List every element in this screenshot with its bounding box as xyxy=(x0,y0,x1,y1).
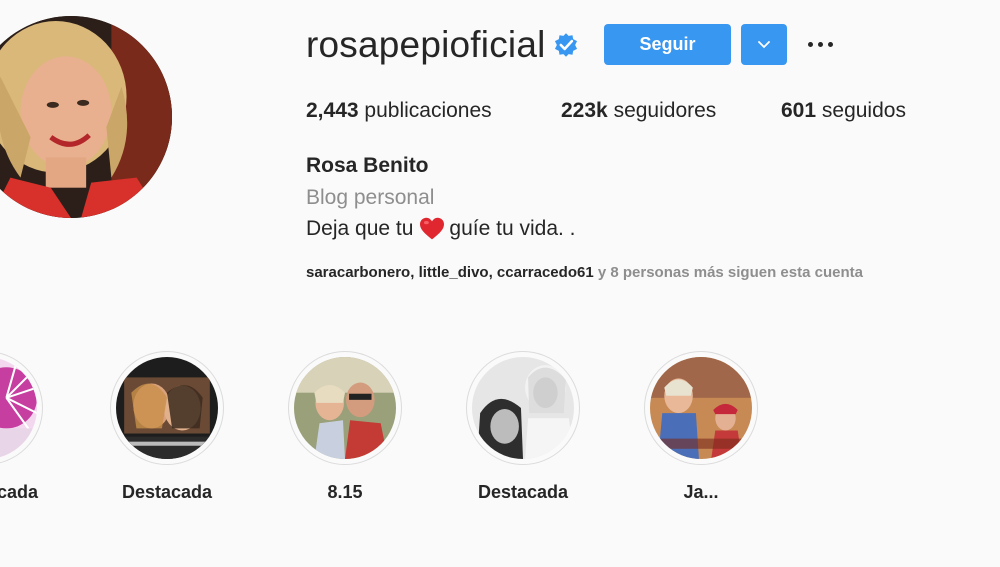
story-highlight[interactable]: Destacada xyxy=(465,351,581,502)
chevron-down-icon xyxy=(758,40,770,48)
followers-count: 223k xyxy=(561,99,608,122)
more-dot xyxy=(827,41,833,47)
more-options-icon xyxy=(807,41,813,47)
highlight-label: Destacada xyxy=(477,482,569,502)
highlight-label: Ja... xyxy=(683,482,719,502)
highlight-thumbnail xyxy=(472,357,574,459)
following-count: 601 xyxy=(781,99,817,122)
suggestions-dropdown-button[interactable] xyxy=(741,24,787,65)
verified-badge-icon xyxy=(554,33,578,57)
story-highlight[interactable]: ...cada xyxy=(0,351,44,502)
highlight-thumbnail xyxy=(294,357,396,459)
posts-count: 2,443 xyxy=(306,99,359,122)
profile-username: rosapepioficial xyxy=(306,24,546,65)
following-label: seguidos xyxy=(821,99,906,122)
profile-page: rosapepioficial Seguir 2,443 publicacion… xyxy=(0,0,1000,567)
highlight-label: ...cada xyxy=(0,482,38,502)
highlight-ring xyxy=(288,351,402,465)
highlight-thumbnail xyxy=(0,357,37,459)
followed-by-rest[interactable]: y 8 personas más siguen esta cuenta xyxy=(598,264,863,281)
posts-label: publicaciones xyxy=(364,99,492,122)
profile-category: Blog personal xyxy=(306,186,435,209)
highlight-image xyxy=(294,357,396,459)
profile-bio: Deja que tu guíe tu vida. . xyxy=(306,217,576,241)
separator: , xyxy=(488,264,497,281)
followers-stat[interactable]: 223k seguidores xyxy=(561,98,716,124)
highlight-thumbnail xyxy=(650,357,752,459)
profile-avatar[interactable] xyxy=(0,16,172,218)
followed-by-user[interactable]: saracarbonero xyxy=(306,264,410,281)
avatar-photo xyxy=(0,16,172,218)
more-dot xyxy=(817,41,823,47)
more-options-button[interactable] xyxy=(803,30,837,58)
highlight-ring xyxy=(0,351,43,465)
highlight-ring xyxy=(644,351,758,465)
highlight-label: 8.15 xyxy=(327,482,363,502)
profile-full-name: Rosa Benito xyxy=(306,154,429,177)
highlight-image xyxy=(0,357,37,459)
bio-text-before: Deja que tu xyxy=(306,217,414,240)
highlight-image xyxy=(650,357,752,459)
story-highlight[interactable]: 8.15 xyxy=(287,351,403,502)
story-highlight[interactable]: Destacada xyxy=(109,351,225,502)
highlight-label: Destacada xyxy=(121,482,213,502)
highlight-image xyxy=(472,357,574,459)
highlight-image xyxy=(116,357,218,459)
red-heart-icon xyxy=(420,217,445,240)
story-highlight[interactable]: Ja... xyxy=(643,351,759,502)
separator: , xyxy=(410,264,419,281)
highlight-thumbnail xyxy=(116,357,218,459)
followers-label: seguidores xyxy=(613,99,717,122)
posts-stat: 2,443 publicaciones xyxy=(306,98,492,124)
following-stat[interactable]: 601 seguidos xyxy=(781,98,906,124)
followed-by-user[interactable]: ccarracedo61 xyxy=(497,264,594,281)
highlight-ring xyxy=(110,351,224,465)
follow-button[interactable]: Seguir xyxy=(604,24,731,65)
bio-text-after: guíe tu vida. . xyxy=(449,217,576,240)
followed-by: saracarbonero, little_divo, ccarracedo61… xyxy=(306,264,863,281)
followed-by-user[interactable]: little_divo xyxy=(419,264,489,281)
highlight-ring xyxy=(466,351,580,465)
